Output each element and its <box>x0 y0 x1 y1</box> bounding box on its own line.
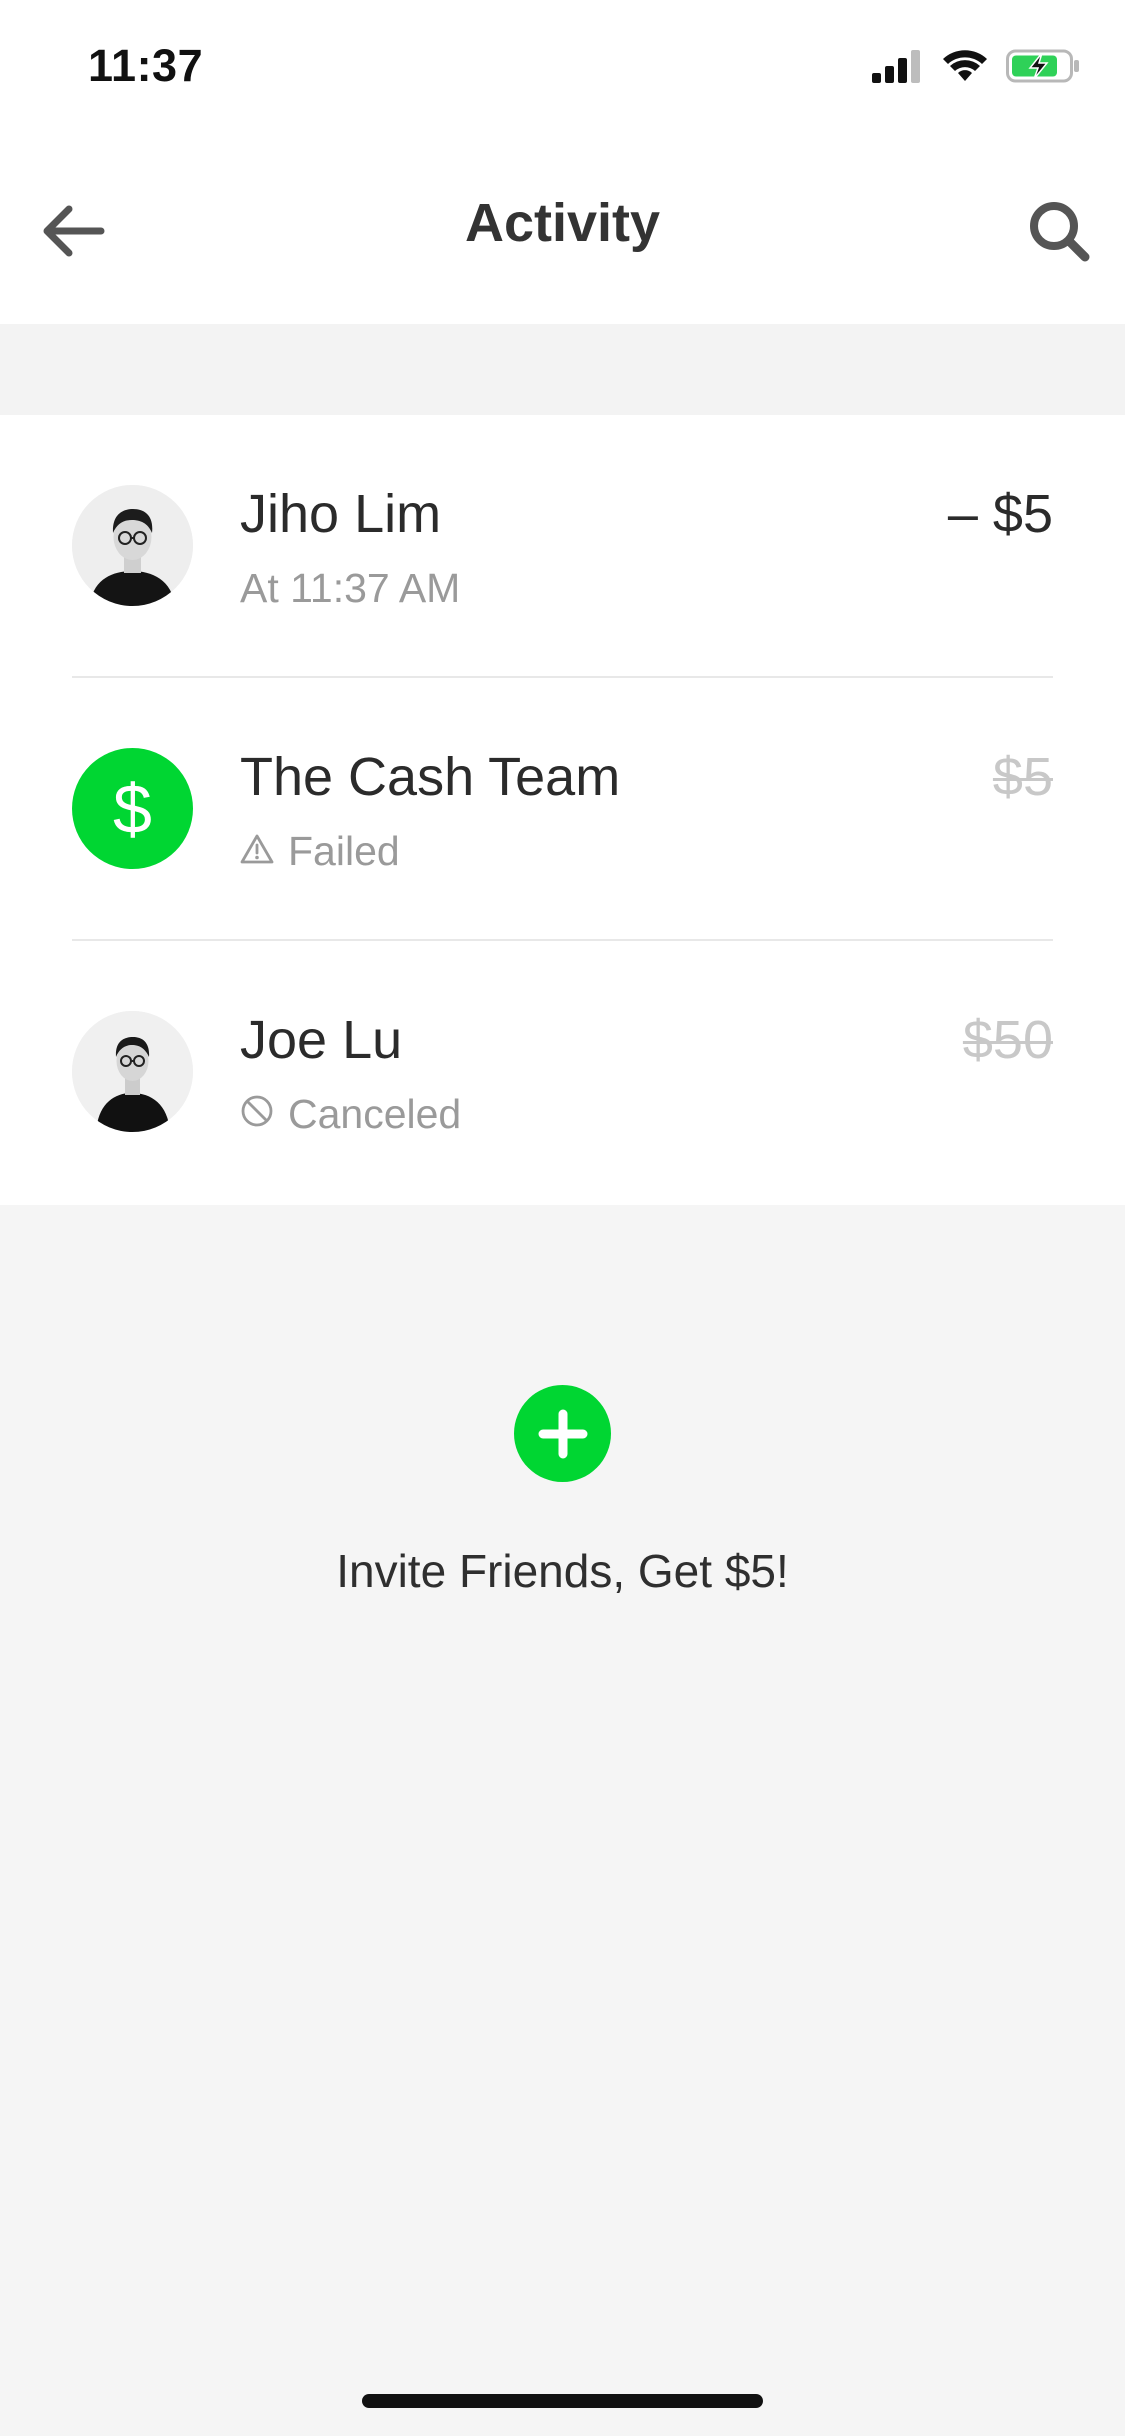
status-time: 11:37 <box>88 40 204 91</box>
payment-status-text: Canceled <box>288 1091 462 1137</box>
profile-photo <box>72 485 193 606</box>
avatar <box>72 1011 193 1132</box>
contact-name: The Cash Team <box>240 747 621 807</box>
activity-row[interactable]: $ The Cash Team Failed $5 <box>0 678 1125 941</box>
plus-icon <box>538 1409 587 1458</box>
activity-list: Jiho Lim At 11:37 AM – $5 $ The Cash Tea… <box>0 415 1125 1205</box>
wifi-icon <box>942 49 988 88</box>
payment-time: At 11:37 AM <box>240 565 460 612</box>
invite-label[interactable]: Invite Friends, Get $5! <box>0 1544 1125 1598</box>
profile-photo <box>72 1011 193 1132</box>
contact-name: Joe Lu <box>240 1010 403 1070</box>
activity-row[interactable]: Jiho Lim At 11:37 AM – $5 <box>0 415 1125 678</box>
invite-section: Invite Friends, Get $5! <box>0 1385 1125 1598</box>
payment-status: Failed <box>240 828 400 875</box>
activity-row[interactable]: Joe Lu Canceled $50 <box>0 941 1125 1204</box>
payment-amount: $50 <box>962 1010 1053 1070</box>
avatar <box>72 485 193 606</box>
warning-icon <box>240 828 274 875</box>
canceled-icon <box>240 1091 274 1138</box>
contact-name: Jiho Lim <box>240 484 442 544</box>
payment-amount: – $5 <box>947 484 1053 544</box>
section-spacer <box>0 324 1125 415</box>
status-icons <box>872 48 1080 88</box>
payment-status: Canceled <box>240 1091 461 1138</box>
search-icon <box>1030 202 1090 262</box>
invite-button[interactable] <box>514 1385 611 1482</box>
home-indicator[interactable] <box>362 2394 763 2408</box>
dollar-icon: $ <box>113 769 152 848</box>
battery-charging-icon <box>1006 48 1080 89</box>
search-button[interactable] <box>1017 189 1101 273</box>
payment-amount: $5 <box>992 747 1053 807</box>
payment-status-text: Failed <box>288 828 400 874</box>
nav-bar: Activity <box>0 132 1125 324</box>
payment-time-text: At 11:37 AM <box>240 565 461 611</box>
status-bar: 11:37 <box>0 0 1125 132</box>
page-title: Activity <box>464 193 661 253</box>
avatar: $ <box>72 748 193 869</box>
cellular-signal-icon <box>872 49 924 88</box>
